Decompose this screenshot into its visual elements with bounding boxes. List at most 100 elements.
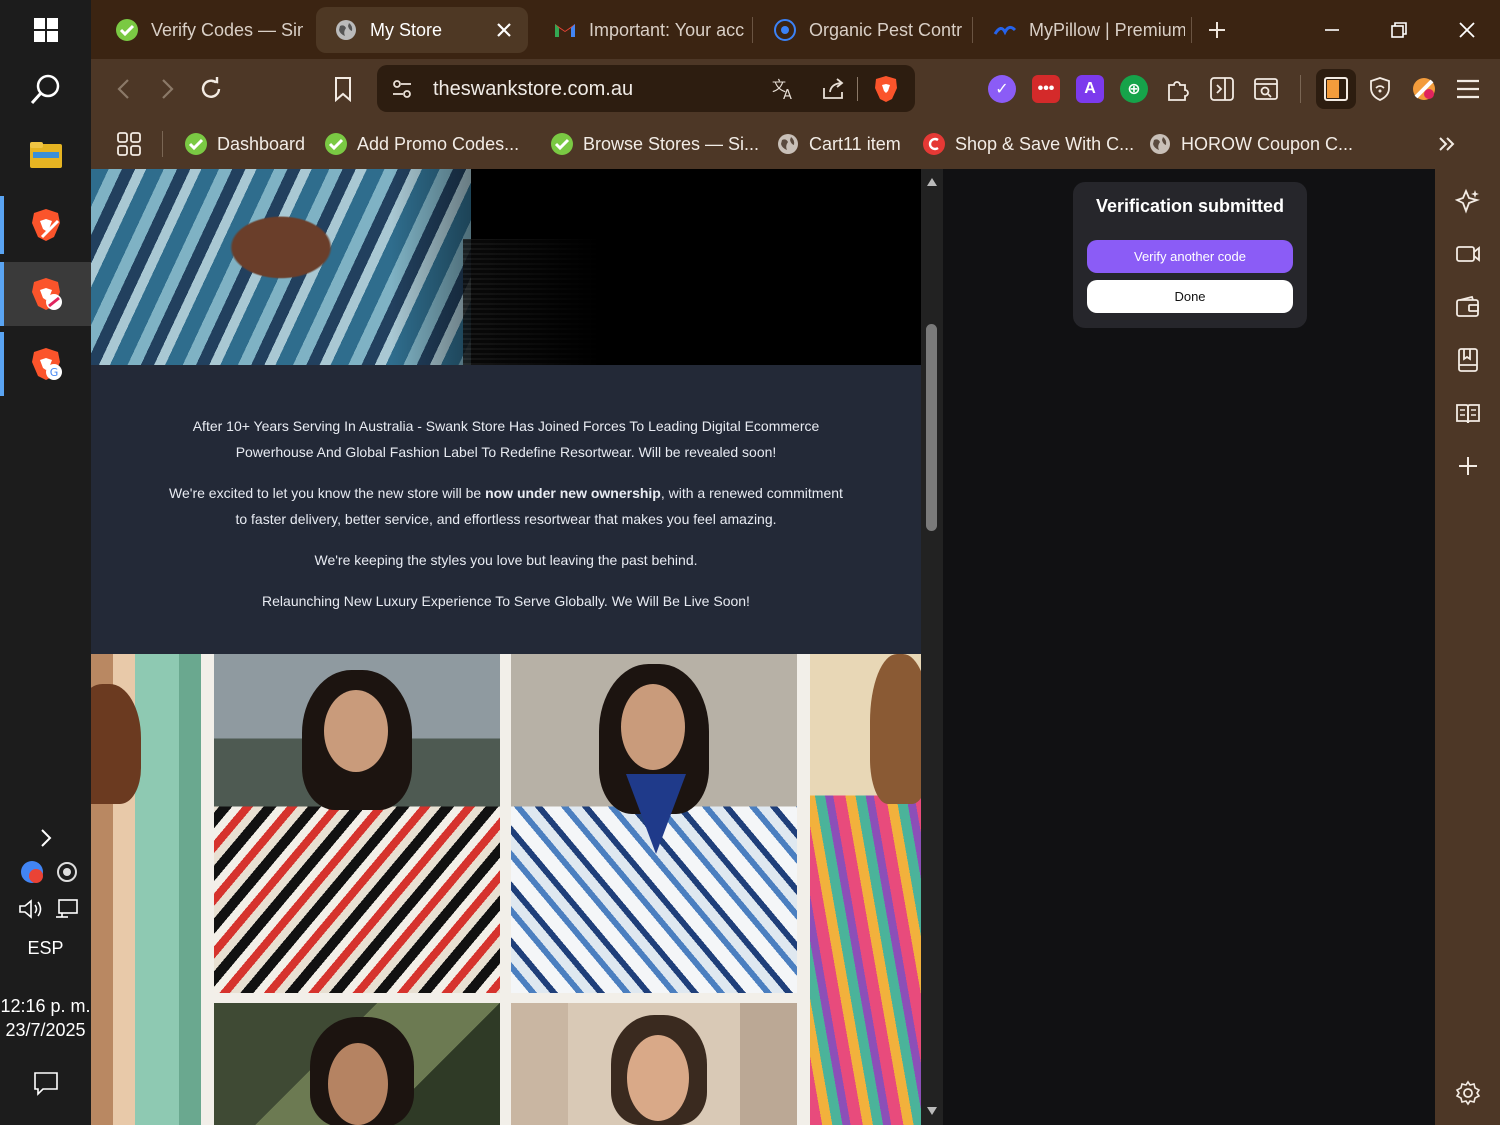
- brave-taskbar-item[interactable]: [0, 196, 91, 254]
- video-call-icon: [1456, 246, 1480, 262]
- brave-taskbar-item[interactable]: G: [0, 332, 91, 396]
- leo-ai-button[interactable]: [1451, 184, 1485, 218]
- reload-button[interactable]: [191, 69, 231, 109]
- minimize-icon: [1325, 29, 1339, 31]
- active-indicator: [0, 332, 4, 396]
- vpn-button[interactable]: [1360, 69, 1400, 109]
- restore-icon: [1391, 22, 1407, 38]
- model-face: [627, 1035, 689, 1121]
- extensions-button[interactable]: [1158, 69, 1198, 109]
- forward-button[interactable]: [147, 69, 187, 109]
- product-gallery: [91, 654, 921, 1125]
- volume-icon[interactable]: [18, 897, 44, 921]
- done-button[interactable]: Done: [1087, 280, 1293, 313]
- rewards-button[interactable]: [1404, 69, 1444, 109]
- more-bookmarks-button[interactable]: [1427, 124, 1467, 164]
- windows-start-icon[interactable]: [0, 8, 91, 52]
- apps-button[interactable]: [109, 124, 149, 164]
- bookmarks-panel-button[interactable]: [1451, 343, 1485, 377]
- chevron-right-icon[interactable]: [0, 824, 91, 852]
- translate-icon[interactable]: 文A: [771, 77, 797, 101]
- sidebar-settings-button[interactable]: [1451, 1076, 1485, 1110]
- bookmark-cart[interactable]: Cart11 item: [776, 128, 901, 160]
- minimize-button[interactable]: [1310, 8, 1354, 52]
- verification-title: Verification submitted: [1095, 196, 1285, 216]
- bookmarks-bar: Dashboard Add Promo Codes... Browse Stor…: [91, 118, 1500, 169]
- share-icon[interactable]: [821, 77, 847, 101]
- tab-separator: [1191, 17, 1192, 43]
- red-c-icon: [923, 133, 945, 155]
- tab-organic-pest[interactable]: Organic Pest Contr: [755, 7, 965, 53]
- scrollbar-thumb[interactable]: [926, 324, 937, 531]
- new-tab-button[interactable]: [1195, 8, 1239, 52]
- back-button[interactable]: [104, 69, 144, 109]
- hero-image: [91, 169, 921, 365]
- address-bar[interactable]: theswankstore.com.au 文A: [377, 65, 915, 112]
- gallery-photo-left[interactable]: [91, 654, 201, 1125]
- file-explorer-icon[interactable]: [0, 130, 91, 180]
- tab-gmail[interactable]: Important: Your acc: [535, 7, 745, 53]
- extension-red-dots-icon[interactable]: •••: [1032, 75, 1060, 103]
- chrome-tray-icon[interactable]: [20, 860, 44, 884]
- bookmark-shop-save[interactable]: Shop & Save With C...: [922, 128, 1134, 160]
- bookmark-button[interactable]: [323, 69, 363, 109]
- divider: [857, 77, 858, 101]
- close-window-button[interactable]: [1445, 8, 1489, 52]
- brave-shields-icon[interactable]: [874, 75, 898, 103]
- double-chevron-right-icon: [1439, 137, 1455, 151]
- shield-icon: [1370, 77, 1390, 101]
- extension-purple-icon[interactable]: ✓: [988, 75, 1016, 103]
- bookmark-browse-stores[interactable]: Browse Stores — Si...: [550, 128, 759, 160]
- extension-a-icon[interactable]: A: [1076, 75, 1104, 103]
- extension-green-icon[interactable]: ⊕: [1120, 75, 1148, 103]
- tab-my-store[interactable]: My Store: [316, 7, 528, 53]
- clock[interactable]: 12:16 p. m. 23/7/2025: [0, 994, 91, 1042]
- verify-another-code-button[interactable]: Verify another code: [1087, 240, 1293, 273]
- gallery-photo-right[interactable]: [810, 654, 921, 1125]
- wallet-button[interactable]: [1451, 290, 1485, 324]
- language-indicator[interactable]: ESP: [0, 938, 91, 959]
- reading-list-button[interactable]: [1451, 396, 1485, 430]
- brave-taskbar-item-active[interactable]: [0, 262, 91, 326]
- talk-button[interactable]: [1451, 237, 1485, 271]
- reader-search-button[interactable]: [1246, 69, 1286, 109]
- sparkle-star-icon: [1455, 188, 1481, 214]
- bookmark-add-promo-codes[interactable]: Add Promo Codes...: [324, 128, 519, 160]
- gallery-photo-blue-kaftan[interactable]: [511, 654, 797, 993]
- network-icon[interactable]: [54, 897, 80, 921]
- bookmark-dashboard[interactable]: Dashboard: [184, 128, 305, 160]
- add-panel-button[interactable]: [1451, 449, 1485, 483]
- reading-list-icon: [1456, 404, 1480, 424]
- search-icon[interactable]: [0, 64, 91, 114]
- gmail-icon: [555, 24, 575, 37]
- side-panel-button[interactable]: [1316, 69, 1356, 109]
- close-tab-icon[interactable]: [494, 20, 514, 40]
- chevron-right-icon: [162, 79, 174, 99]
- tab-strip: Verify Codes — Sim My Store Important: Y…: [91, 0, 1500, 59]
- sync-tray-icon[interactable]: [55, 860, 79, 884]
- globe-icon: [1150, 134, 1170, 154]
- bookmark-horow-coupon[interactable]: HOROW Coupon C...: [1148, 128, 1353, 160]
- main-menu-button[interactable]: [1448, 69, 1488, 109]
- chevron-left-icon: [117, 79, 129, 99]
- tab-mypillow[interactable]: MyPillow | Premium: [975, 7, 1185, 53]
- sidebar-toggle-button[interactable]: [1202, 69, 1242, 109]
- restore-button[interactable]: [1377, 8, 1421, 52]
- page-scrollbar[interactable]: [921, 169, 943, 1125]
- gallery-photo-bottom-right[interactable]: [511, 1003, 797, 1125]
- clock-time: 12:16 p. m.: [0, 996, 91, 1016]
- side-panel-icon: [1324, 77, 1348, 101]
- green-check-icon: [551, 133, 573, 155]
- site-settings-icon[interactable]: [391, 78, 413, 100]
- reload-icon: [201, 77, 221, 98]
- url-text[interactable]: theswankstore.com.au: [433, 78, 633, 101]
- bookmark-icon: [335, 77, 351, 102]
- tab-verify-codes[interactable]: Verify Codes — Sim: [97, 7, 303, 53]
- globe-icon: [778, 134, 798, 154]
- gallery-photo-zebra-dress[interactable]: [214, 654, 500, 993]
- gallery-photo-bottom-left[interactable]: [214, 1003, 500, 1125]
- hamburger-menu-icon: [1457, 79, 1479, 99]
- scroll-up-icon[interactable]: [926, 177, 938, 187]
- scroll-down-icon[interactable]: [926, 1106, 938, 1116]
- notifications-icon[interactable]: [0, 1066, 91, 1100]
